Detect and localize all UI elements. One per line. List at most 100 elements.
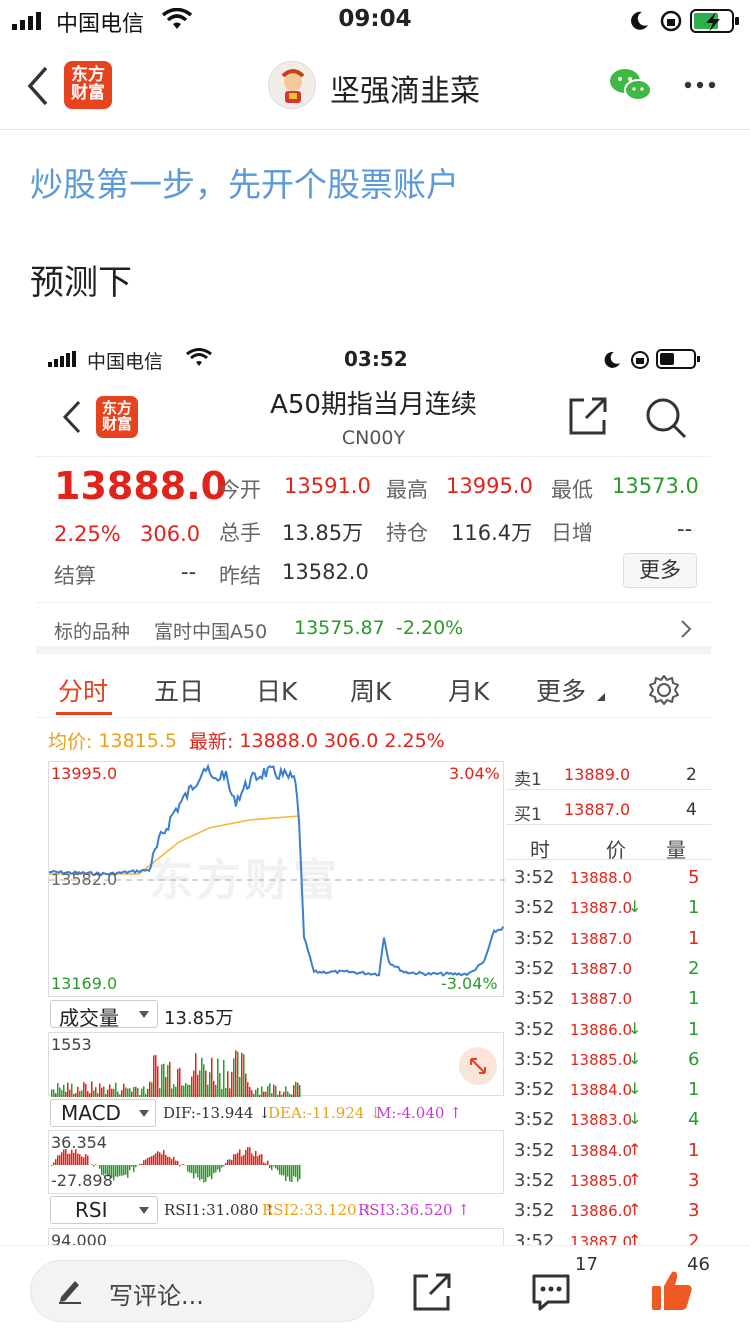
open-label: 今开 [219, 478, 261, 502]
tab-more[interactable]: 更多 [536, 672, 586, 708]
tab-five-day[interactable]: 五日 [154, 672, 204, 708]
tab-weekly-k[interactable]: 周K [350, 672, 391, 708]
volume-bar [113, 1088, 115, 1097]
macd-bar [141, 1163, 143, 1165]
daily-increase-value: -- [677, 517, 693, 541]
tab-intraday[interactable]: 分时 [58, 672, 108, 708]
volume-total: 13.85万 [164, 1008, 234, 1029]
ticks-header: 时 价 量 [506, 830, 711, 862]
volume-bar [207, 1084, 209, 1097]
high-label: 最高 [386, 478, 428, 502]
macd-bar [237, 1152, 239, 1165]
intraday-chart[interactable]: 东方财富 13995.0 13582.0 13169.0 3.04% -3.04… [48, 761, 505, 997]
macd-bar [95, 1164, 97, 1165]
volume-bar [213, 1080, 215, 1097]
open-account-link[interactable]: 炒股第一步，先开个股票账户 [30, 158, 459, 206]
post-body-text: 预测下 [30, 263, 132, 303]
macd-bar [263, 1162, 265, 1165]
volume-bar [189, 1084, 191, 1097]
volume-bar [191, 1076, 193, 1097]
volume-bar [133, 1087, 135, 1097]
macd-indicator-select[interactable]: MACD [50, 1099, 156, 1127]
volume-bar [195, 1053, 197, 1097]
macd-bar [161, 1154, 163, 1165]
macd-bar [191, 1165, 193, 1174]
volume-indicator-select[interactable]: 成交量 [50, 1000, 158, 1030]
chart-summary: 均价: 13815.5 最新: 13888.0 306.0 2.25% [48, 727, 445, 754]
share-icon[interactable] [568, 396, 608, 436]
volume-bar [85, 1083, 87, 1097]
ask-row: 卖1 13889.0 2 [506, 760, 711, 790]
macd-dea: DEA:-11.924 ↓ [268, 1104, 382, 1122]
tick-direction-arrow: ↓ [628, 897, 642, 917]
macd-bar [175, 1160, 177, 1165]
macd-bar [53, 1162, 55, 1165]
volume-bar [105, 1093, 107, 1097]
macd-bar [197, 1165, 199, 1178]
underlying-row[interactable]: 标的品种 富时中国A50 13575.87 -2.20% [36, 602, 711, 654]
volume-bar [159, 1088, 161, 1097]
expand-icon [470, 1058, 486, 1074]
volume-bar [71, 1083, 73, 1097]
underlying-price: 13575.87 [294, 617, 385, 639]
volume-bar [255, 1089, 257, 1097]
tick-price: 13887.0 [570, 959, 633, 978]
wechat-share-icon[interactable] [608, 66, 654, 104]
author-name[interactable]: 坚强滴韭菜 [330, 66, 480, 110]
volume-bar [269, 1083, 271, 1097]
status-bar: 中国电信 09:04 [0, 0, 750, 42]
tab-daily-k[interactable]: 日K [256, 672, 297, 708]
macd-bar [157, 1151, 159, 1165]
volume-bar [237, 1051, 239, 1097]
volume-bar [111, 1088, 113, 1097]
volume-bar [183, 1085, 185, 1097]
more-options-icon[interactable] [684, 80, 718, 90]
settings-gear-icon[interactable] [648, 674, 680, 706]
macd-bar [151, 1156, 153, 1165]
tick-direction-arrow: ↓ [628, 1018, 642, 1038]
open-interest-label: 持仓 [386, 521, 428, 545]
tick-row: 3:52 13883.0 ↓ 4 [512, 1105, 711, 1135]
tick-price: 13887.0 [570, 990, 633, 1009]
comment-input[interactable]: 写评论... [30, 1260, 374, 1322]
search-icon[interactable] [644, 396, 688, 440]
tick-row: 3:52 13887.0 2 [512, 954, 711, 984]
inner-back-icon[interactable] [62, 400, 82, 434]
volume-bar [79, 1091, 81, 1097]
tick-quantity: 6 [688, 1048, 700, 1070]
volume-bar [295, 1081, 297, 1097]
moon-icon [631, 11, 648, 30]
embedded-screenshot[interactable]: 中国电信 03:52 东方 财富 A50期指当月连续 CN00Y 13888.0… [36, 340, 711, 1245]
mascot-icon [281, 69, 305, 103]
macd-bar [77, 1153, 79, 1165]
macd-bar [273, 1165, 275, 1167]
share-post-icon[interactable] [412, 1272, 452, 1312]
expand-chart-button[interactable] [459, 1047, 497, 1085]
macd-bar [125, 1165, 127, 1175]
tick-time: 3:52 [514, 1109, 555, 1131]
rsi-indicator-select[interactable]: RSI [50, 1196, 158, 1224]
volume-max-label: 1553 [51, 1035, 92, 1054]
app-logo[interactable]: 东方 财富 [64, 61, 112, 109]
macd-bar [85, 1154, 87, 1165]
tab-monthly-k[interactable]: 月K [448, 672, 489, 708]
inner-app-logo: 东方 财富 [96, 396, 138, 438]
dropdown-caret-icon [139, 1207, 149, 1214]
tick-price: 13883.0 [570, 1111, 633, 1130]
macd-bar [253, 1155, 255, 1165]
volume-bar [153, 1055, 155, 1097]
volume-bar [285, 1086, 287, 1097]
back-arrow-icon[interactable] [26, 66, 50, 106]
volume-bar [147, 1088, 149, 1097]
bid-row: 买1 13887.0 4 [506, 795, 711, 825]
comment-icon[interactable] [530, 1272, 572, 1312]
volume-value: 13.85万 [282, 521, 364, 545]
macd-bar [115, 1165, 117, 1177]
author-avatar[interactable] [268, 61, 316, 109]
volume-bar [223, 1060, 225, 1097]
tick-quantity: 2 [688, 1230, 700, 1245]
volume-bar [119, 1094, 121, 1097]
volume-bar [257, 1087, 259, 1097]
more-quote-button[interactable]: 更多 [623, 553, 697, 588]
macd-bar [219, 1165, 221, 1172]
